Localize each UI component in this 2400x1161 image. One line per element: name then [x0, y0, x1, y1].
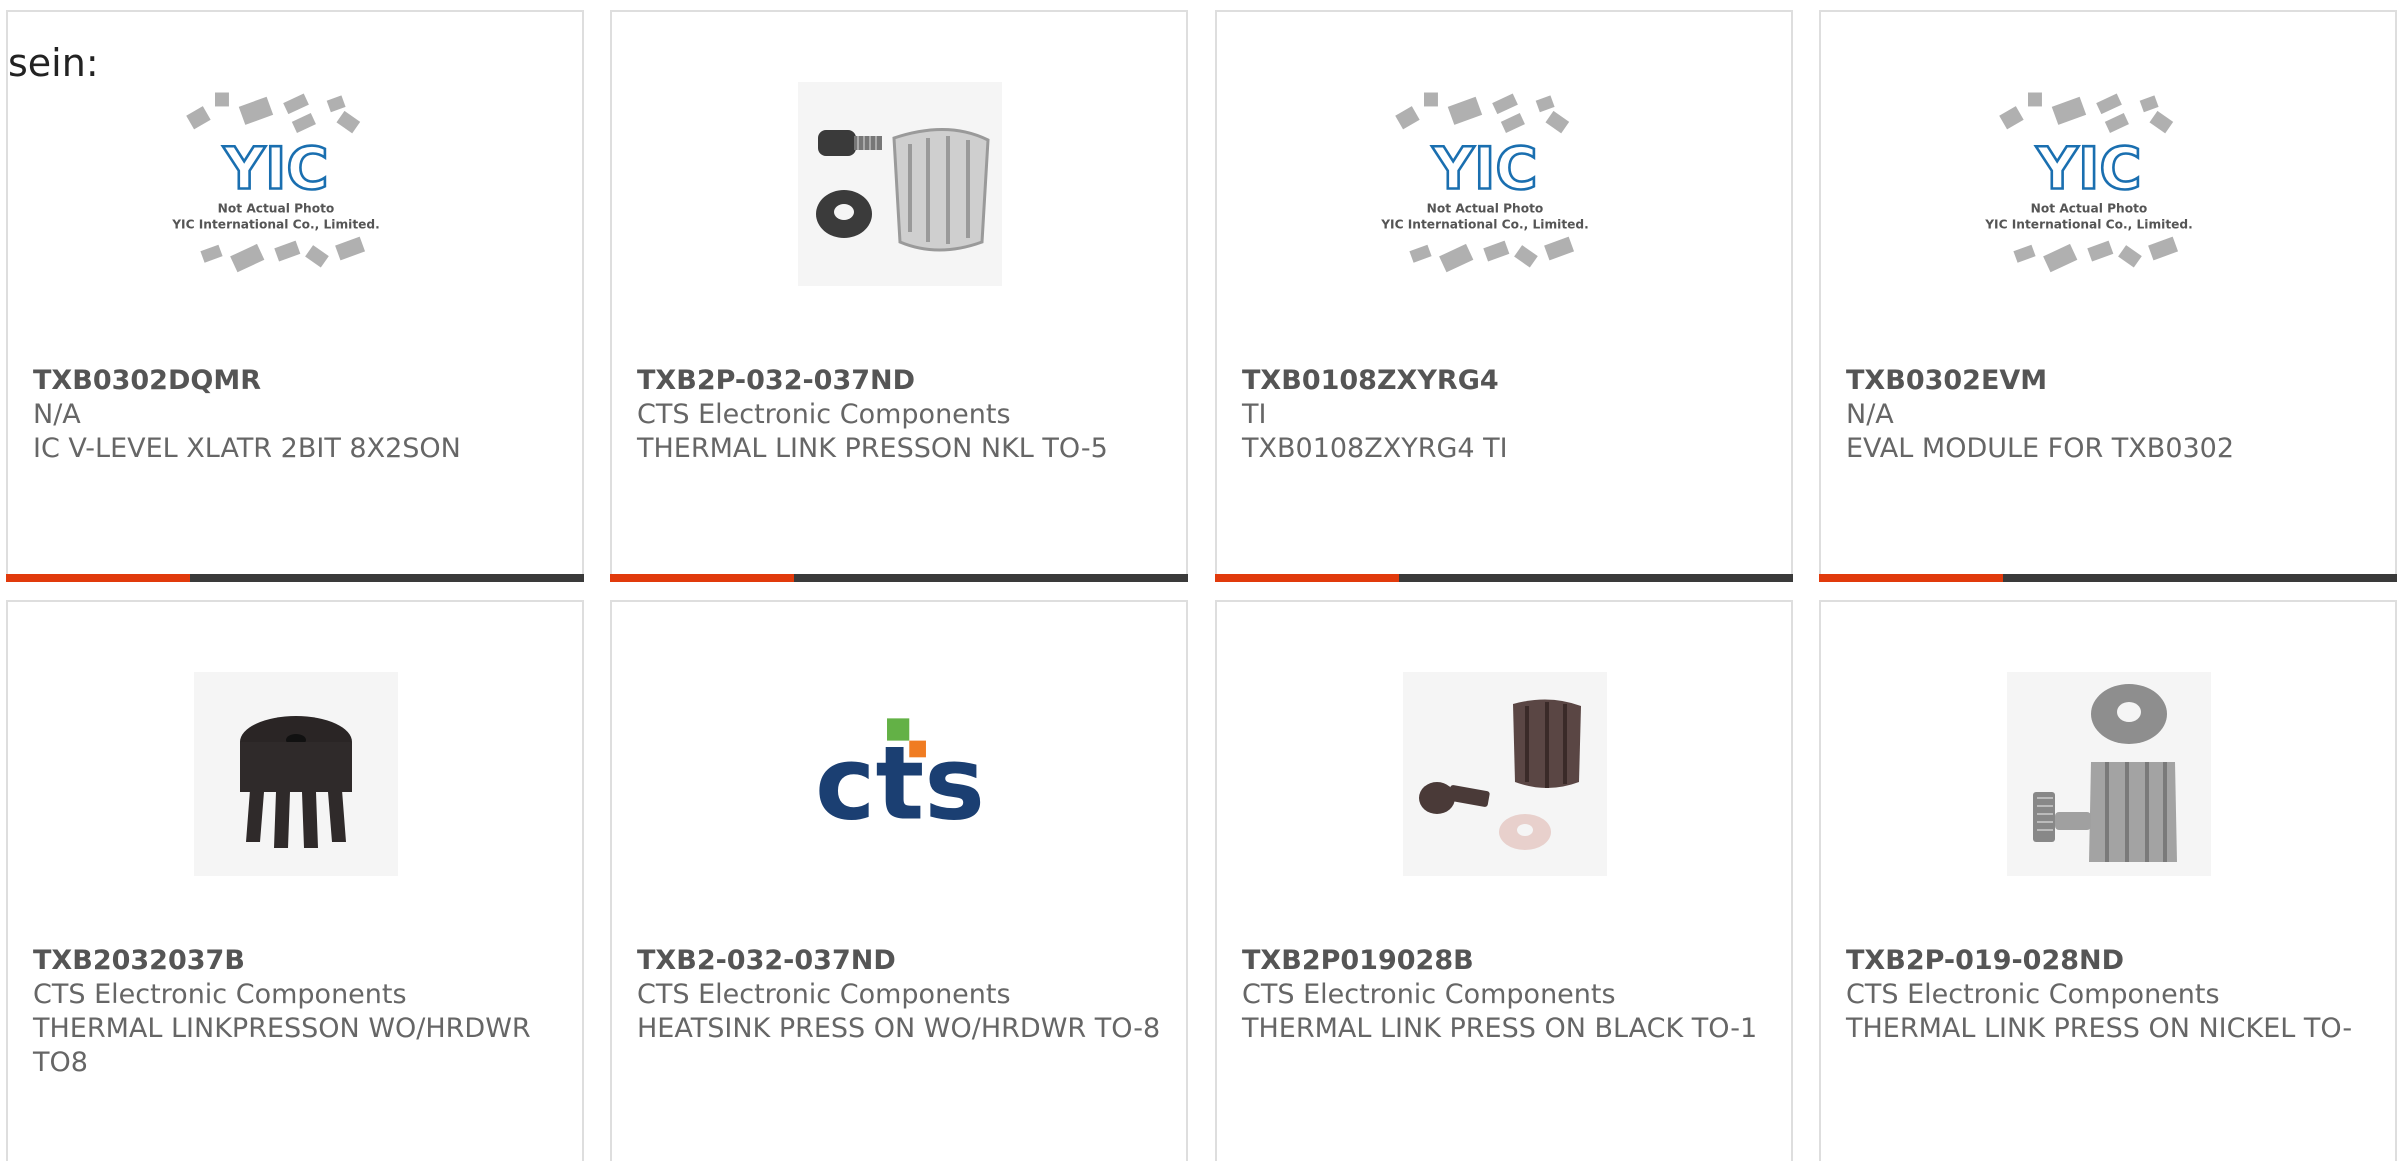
- product-info: TXB0108ZXYRG4 TI TXB0108ZXYRG4 TI: [1242, 364, 1781, 466]
- manufacturer: N/A: [33, 399, 81, 430]
- cts-logo[interactable]: cts: [798, 672, 1002, 876]
- product-grid-page: sein: YIC Not Actual Photo YIC Internati…: [0, 0, 2400, 1161]
- product-image[interactable]: [798, 82, 1002, 286]
- manufacturer: CTS Electronic Components: [1846, 979, 2220, 1010]
- manufacturer: TI: [1242, 399, 1267, 430]
- part-number[interactable]: TXB0302EVM: [1846, 364, 2385, 398]
- manufacturer: CTS Electronic Components: [637, 979, 1011, 1010]
- part-number[interactable]: TXB2P-019-028ND: [1846, 944, 2385, 978]
- product-info: TXB2P-019-028ND CTS Electronic Component…: [1846, 944, 2385, 1046]
- part-number[interactable]: TXB2P-032-037ND: [637, 364, 1176, 398]
- description: THERMAL LINK PRESSON NKL TO-5: [637, 433, 1108, 464]
- svg-text:Not Actual Photo: Not Actual Photo: [2031, 202, 2148, 216]
- part-number[interactable]: TXB0302DQMR: [33, 364, 572, 398]
- part-number[interactable]: TXB2-032-037ND: [637, 944, 1176, 978]
- product-info: TXB2P019028B CTS Electronic Components T…: [1242, 944, 1781, 1046]
- product-info: TXB0302DQMR N/A IC V-LEVEL XLATR 2BIT 8X…: [33, 364, 572, 466]
- part-number[interactable]: TXB0108ZXYRG4: [1242, 364, 1781, 398]
- svg-text:YIC International Co., Limited: YIC International Co., Limited.: [1984, 217, 2193, 231]
- product-image-placeholder[interactable]: YIC Not Actual Photo YIC International C…: [171, 82, 398, 286]
- product-card[interactable]: TXB2P-019-028ND CTS Electronic Component…: [1819, 600, 2397, 1161]
- manufacturer: CTS Electronic Components: [637, 399, 1011, 430]
- product-info: TXB0302EVM N/A EVAL MODULE FOR TXB0302: [1846, 364, 2385, 466]
- svg-text:YIC: YIC: [222, 135, 328, 202]
- description: HEATSINK PRESS ON WO/HRDWR TO-8: [637, 1013, 1161, 1044]
- product-image[interactable]: [1403, 672, 1607, 876]
- product-image-placeholder[interactable]: YIC Not Actual Photo YIC International C…: [1380, 82, 1607, 286]
- description: EVAL MODULE FOR TXB0302: [1846, 433, 2235, 464]
- manufacturer: N/A: [1846, 399, 1894, 430]
- svg-text:YIC: YIC: [2035, 135, 2141, 202]
- product-card[interactable]: YIC Not Actual Photo YIC International C…: [6, 10, 584, 582]
- description: THERMAL LINK PRESS ON BLACK TO-1: [1242, 1013, 1758, 1044]
- product-card[interactable]: TXB2032037B CTS Electronic Components TH…: [6, 600, 584, 1161]
- card-accent-bar: [6, 574, 584, 582]
- product-card[interactable]: YIC Not Actual Photo YIC International C…: [1215, 10, 1793, 582]
- svg-text:YIC: YIC: [1431, 135, 1537, 202]
- description: THERMAL LINK PRESS ON NICKEL TO-: [1846, 1013, 2353, 1044]
- svg-text:Not Actual Photo: Not Actual Photo: [218, 202, 335, 216]
- description: TXB0108ZXYRG4 TI: [1242, 433, 1508, 464]
- part-number[interactable]: TXB2P019028B: [1242, 944, 1781, 978]
- product-image[interactable]: [194, 672, 398, 876]
- section-heading: sein:: [8, 41, 99, 85]
- manufacturer: CTS Electronic Components: [1242, 979, 1616, 1010]
- manufacturer: CTS Electronic Components: [33, 979, 407, 1010]
- card-accent-bar: [1215, 574, 1793, 582]
- part-number[interactable]: TXB2032037B: [33, 944, 572, 978]
- svg-text:YIC International Co., Limited: YIC International Co., Limited.: [171, 217, 380, 231]
- product-info: TXB2032037B CTS Electronic Components TH…: [33, 944, 572, 1080]
- svg-text:cts: cts: [815, 725, 985, 844]
- product-info: TXB2-032-037ND CTS Electronic Components…: [637, 944, 1176, 1046]
- description: THERMAL LINKPRESSON WO/HRDWR TO8: [33, 1013, 531, 1078]
- svg-text:Not Actual Photo: Not Actual Photo: [1427, 202, 1544, 216]
- product-card[interactable]: YIC Not Actual Photo YIC International C…: [1819, 10, 2397, 582]
- description: IC V-LEVEL XLATR 2BIT 8X2SON: [33, 433, 461, 464]
- product-card[interactable]: cts TXB2-032-037ND CTS Electronic Compon…: [610, 600, 1188, 1161]
- product-info: TXB2P-032-037ND CTS Electronic Component…: [637, 364, 1176, 466]
- product-card[interactable]: TXB2P019028B CTS Electronic Components T…: [1215, 600, 1793, 1161]
- card-accent-bar: [610, 574, 1188, 582]
- svg-text:YIC International Co., Limited: YIC International Co., Limited.: [1380, 217, 1589, 231]
- product-image[interactable]: [2007, 672, 2211, 876]
- product-image-placeholder[interactable]: YIC Not Actual Photo YIC International C…: [1984, 82, 2211, 286]
- card-accent-bar: [1819, 574, 2397, 582]
- product-card[interactable]: TXB2P-032-037ND CTS Electronic Component…: [610, 10, 1188, 582]
